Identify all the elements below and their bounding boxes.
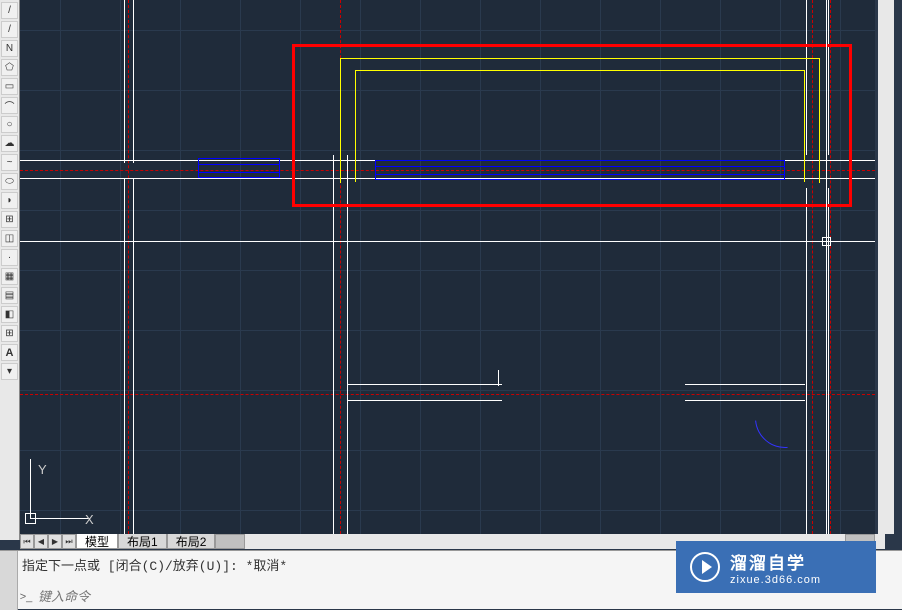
watermark-title: 溜溜自学	[730, 549, 821, 574]
point-tool[interactable]: ·	[1, 249, 18, 266]
rectangle-tool[interactable]: ▭	[1, 78, 18, 95]
window-detail	[375, 166, 785, 167]
tab-layout2[interactable]: 布局2	[167, 534, 216, 549]
wall-line	[347, 384, 502, 385]
gradient-tool[interactable]: ▤	[1, 287, 18, 304]
window-detail	[198, 172, 280, 173]
command-prompt-icon: >_	[18, 589, 34, 605]
tab-layout1[interactable]: 布局1	[118, 534, 167, 549]
viewport-scrollbar-vertical[interactable]	[878, 0, 894, 534]
wall-line	[498, 370, 499, 386]
crosshair-pickbox	[822, 237, 831, 246]
tab-nav-next[interactable]: ▶	[48, 534, 62, 549]
window-element	[375, 160, 785, 180]
model-space-viewport[interactable]: Y X	[20, 0, 875, 534]
axis-line	[128, 0, 129, 534]
watermark-url: zixue.3d66.com	[730, 574, 821, 586]
toolbar-more[interactable]: ▾	[1, 363, 18, 380]
door-swing-arc	[274, 492, 351, 534]
command-panel-grip[interactable]	[0, 551, 18, 610]
wall-line	[685, 384, 805, 385]
axis-line	[20, 394, 875, 395]
revcloud-tool[interactable]: ☁	[1, 135, 18, 152]
watermark-logo: 溜溜自学 zixue.3d66.com	[676, 541, 876, 593]
ellipse-tool[interactable]: ⬭	[1, 173, 18, 190]
wall-line	[347, 400, 502, 401]
tab-nav-prev[interactable]: ◀	[34, 534, 48, 549]
arc-tool[interactable]: ⌒	[1, 97, 18, 114]
window-detail	[375, 174, 785, 175]
insert-block-tool[interactable]: ⊞	[1, 211, 18, 228]
crosshair-horizontal	[20, 241, 875, 242]
ucs-y-label: Y	[38, 462, 47, 477]
tab-nav-first[interactable]: ⏮	[20, 534, 34, 549]
wall-line	[124, 0, 125, 163]
wall-line	[347, 178, 348, 534]
tab-nav-last[interactable]: ⏭	[62, 534, 76, 549]
draw-toolbar: / / N ⬠ ▭ ⌒ ○ ☁ ~ ⬭ ◗ ⊞ ◫ · ▦ ▤ ◧ ⊞ A ▾	[0, 0, 20, 540]
scroll-thumb[interactable]	[215, 534, 245, 549]
ellipse-arc-tool[interactable]: ◗	[1, 192, 18, 209]
circle-tool[interactable]: ○	[1, 116, 18, 133]
wall-line	[133, 178, 134, 534]
polyline-tool[interactable]: N	[1, 40, 18, 57]
wall-line	[333, 178, 334, 534]
wall-line	[133, 0, 134, 163]
window-element	[198, 158, 280, 178]
hatch-tool[interactable]: ▦	[1, 268, 18, 285]
polygon-tool[interactable]: ⬠	[1, 59, 18, 76]
make-block-tool[interactable]: ◫	[1, 230, 18, 247]
window-detail	[198, 164, 280, 165]
ucs-x-label: X	[85, 512, 94, 527]
tab-model[interactable]: 模型	[76, 534, 118, 549]
region-tool[interactable]: ◧	[1, 306, 18, 323]
spline-tool[interactable]: ~	[1, 154, 18, 171]
wall-line	[806, 188, 807, 534]
crosshair-vertical	[826, 0, 827, 534]
door-swing-arc	[743, 376, 828, 461]
line-tool[interactable]: /	[1, 2, 18, 19]
wall-line	[124, 178, 125, 534]
construction-line-tool[interactable]: /	[1, 21, 18, 38]
play-icon	[690, 552, 720, 582]
text-tool[interactable]: A	[1, 344, 18, 361]
table-tool[interactable]: ⊞	[1, 325, 18, 342]
